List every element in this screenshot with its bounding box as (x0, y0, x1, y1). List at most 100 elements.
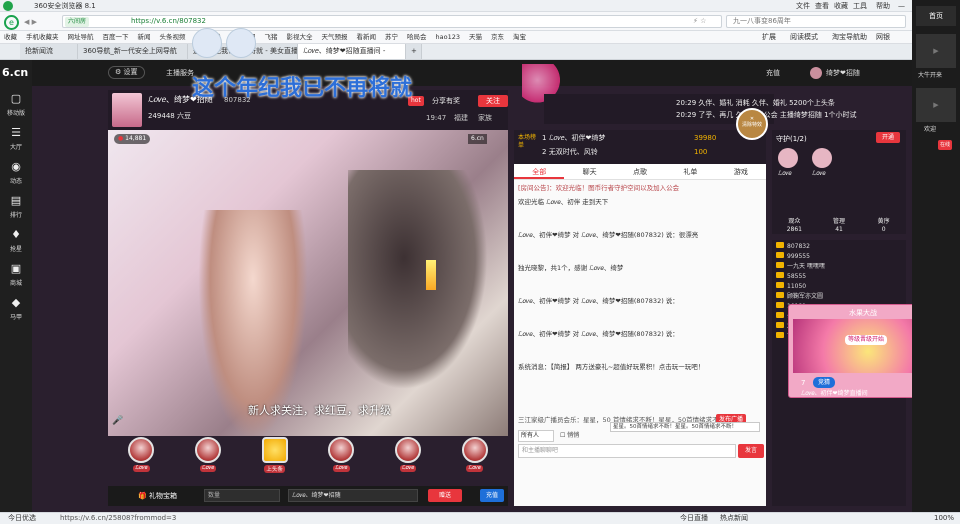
mic-icon[interactable]: 🎤 (112, 416, 123, 426)
bookmark-item[interactable]: 看新闻 (357, 31, 377, 44)
recharge-link[interactable]: 充值 (766, 67, 780, 79)
float-thumb-1[interactable]: ▶ (916, 34, 956, 68)
tab-360-nav[interactable]: 360导航_新一代安全上网导航 (78, 44, 188, 59)
gift-qty-input[interactable]: 数量 (204, 489, 280, 502)
chat-input[interactable]: 和主播聊聊吧 (518, 444, 736, 458)
gift-item[interactable]: ℒ𝑜𝑣𝑒 (186, 437, 230, 485)
avatar[interactable] (810, 67, 822, 79)
search-field[interactable]: 九一八事变86周年 (726, 15, 906, 28)
user-nick[interactable]: 绮梦❤招随 (826, 67, 860, 79)
bookmark-item[interactable]: 网址导航 (68, 31, 94, 44)
bookmark-item[interactable]: 收藏 (4, 31, 17, 44)
forward-icon[interactable]: ◀ ▶ (24, 16, 37, 28)
side-nav-item[interactable]: ◉ 动态 (0, 158, 32, 192)
bookmark-item[interactable]: 淘宝 (513, 31, 526, 44)
address-field[interactable]: 六间房 https://v.6.cn/807832 ⚡ ☆ (62, 15, 722, 28)
title-menu-favorites[interactable]: 收藏 (834, 0, 848, 12)
follow-button[interactable]: 关注 (478, 95, 508, 107)
status-news[interactable]: 热点新闻 (720, 513, 748, 524)
gift-recharge-button[interactable]: 充值 (480, 489, 504, 502)
guard-stat-label: 管理 (833, 218, 846, 225)
host-service-link[interactable]: 主播服务 (166, 67, 194, 79)
anchor-avatar[interactable] (112, 93, 142, 127)
status-left[interactable]: 今日优选 (8, 513, 36, 524)
game-banner-text: 等级晋级开始 (845, 335, 888, 345)
gift-to-select[interactable]: ℒ𝑜𝑣𝑒、绮梦❤招随 (288, 489, 418, 502)
fan-row[interactable]: 顾鞠军亦文圆 (776, 292, 902, 302)
tab-news[interactable]: 抢新闻流 (20, 44, 78, 59)
title-menu-file[interactable]: 文件 (796, 0, 810, 12)
guard-avatar[interactable] (778, 148, 798, 168)
bookmark-item[interactable]: 天气预报 (322, 31, 348, 44)
gift-item[interactable]: ℒ𝑜𝑣𝑒 (386, 437, 430, 485)
bookmark-item[interactable]: 手机收藏夹 (26, 31, 59, 44)
chat-send-button[interactable]: 发言 (738, 444, 764, 458)
chat-tab[interactable]: 点歌 (615, 164, 665, 179)
bookmark-item[interactable]: 新闻 (138, 31, 151, 44)
chat-tab[interactable]: 游戏 (716, 164, 766, 179)
private-checkbox[interactable]: ☐ 悄悄 (560, 430, 579, 442)
float-thumb-2[interactable]: ▶ (916, 88, 956, 122)
bookmark-item[interactable]: 百度一下 (103, 31, 129, 44)
fan-row[interactable]: 999555 (776, 252, 902, 262)
bookmark-item[interactable]: 京东 (491, 31, 504, 44)
gift-item[interactable]: ℒ𝑜𝑣𝑒 (319, 437, 363, 485)
zoom-level[interactable]: 100% (934, 513, 954, 524)
clear-effects-button[interactable]: ✕ 清除特效 (736, 108, 768, 140)
bookmark-item[interactable]: 影视大全 (287, 31, 313, 44)
float-home-button[interactable]: 首页 (916, 6, 956, 26)
rank-row[interactable]: 2 无双时代、风铃 (542, 146, 692, 158)
address-actions-icons[interactable]: ⚡ ☆ (693, 16, 706, 27)
fan-row[interactable]: 一九天 嘿嘿嘿 (776, 262, 902, 272)
gift-box-button[interactable]: 🎁 礼物宝箱 (138, 487, 177, 505)
rank-row[interactable]: 1 ℒ𝑜𝑣𝑒、初伴❤绮梦 (542, 132, 692, 144)
side-nav-item[interactable]: ▤ 排行 (0, 192, 32, 226)
guard-open-button[interactable]: 开通 (876, 132, 900, 143)
settings-button[interactable]: ⚙ 设置 (108, 66, 145, 79)
taobao-helper-button[interactable]: 淘宝导航助 (832, 31, 867, 44)
share-button[interactable]: 分享有奖 (432, 95, 460, 107)
gift-item[interactable]: 上头条 (253, 437, 297, 485)
side-nav-item[interactable]: ▣ 商城 (0, 260, 32, 294)
fan-row[interactable]: 11050 (776, 282, 902, 292)
side-nav-item[interactable]: ▢ 移动版 (0, 90, 32, 124)
chat-to-select[interactable]: 所有人 (518, 430, 554, 442)
new-tab-button[interactable]: + (406, 44, 422, 59)
back-icon[interactable]: e (4, 15, 19, 30)
title-menu-view[interactable]: 查看 (815, 0, 829, 12)
fan-row[interactable]: 807832 (776, 242, 902, 252)
netbank-button[interactable]: 网银 (876, 31, 890, 44)
title-menu-tools[interactable]: 工具 (853, 0, 867, 12)
guard-avatar[interactable] (812, 148, 832, 168)
room-clan: 家族 (478, 114, 492, 122)
tab-current-room[interactable]: ℒ𝑜𝑣𝑒、绮梦❤招随直播间 - (298, 44, 406, 59)
chat-tab[interactable]: 全部 (514, 164, 565, 179)
gift-item[interactable]: ℒ𝑜𝑣𝑒 (119, 437, 163, 485)
status-live[interactable]: 今日直播 (680, 513, 708, 524)
bookmark-item[interactable]: 哈局会 (407, 31, 427, 44)
minimize-icon[interactable]: — (898, 0, 905, 12)
chat-tab[interactable]: 聊天 (564, 164, 614, 179)
reader-mode-button[interactable]: 阅读模式 (790, 31, 818, 44)
news-row-2[interactable]: 20:29 了乎、再几 久伴公子公会 主播绮梦招随 1个小时试 (676, 109, 906, 121)
extensions-button[interactable]: 扩展 (762, 31, 776, 44)
fan-row[interactable]: 58555 (776, 272, 902, 282)
gift-item[interactable]: ℒ𝑜𝑣𝑒 (453, 437, 497, 485)
news-text: 久伴、婚礼 消耗 久伴、婚礼 5200个上头条 (698, 99, 835, 107)
bookmark-item[interactable]: 天猫 (469, 31, 482, 44)
bookmark-item[interactable]: 苏宁 (385, 31, 398, 44)
gift-send-button[interactable]: 赠送 (428, 489, 462, 502)
news-row-1[interactable]: 20:29 久伴、婚礼 消耗 久伴、婚礼 5200个上头条 (676, 97, 906, 109)
video-player[interactable]: ● 14,881 6.cn 新人求关注，求红豆，求升级 🎤 (108, 130, 508, 486)
bookmark-item[interactable]: 飞猪 (265, 31, 278, 44)
side-nav-item[interactable]: ◆ 马甲 (0, 294, 32, 328)
site-logo[interactable]: 6.cn (2, 62, 32, 84)
bookmark-item[interactable]: hao123 (436, 31, 461, 44)
chat-tab[interactable]: 礼单 (665, 164, 715, 179)
side-nav-item[interactable]: ♦ 抢星 (0, 226, 32, 260)
game-bet-button[interactable]: 竞猜 (813, 377, 835, 388)
bookmark-item[interactable]: 头条视频 (160, 31, 186, 44)
guard-stat-label: 观众 (788, 218, 801, 225)
side-nav-item[interactable]: ☰ 大厅 (0, 124, 32, 158)
title-menu-help[interactable]: 帮助 (876, 0, 890, 12)
